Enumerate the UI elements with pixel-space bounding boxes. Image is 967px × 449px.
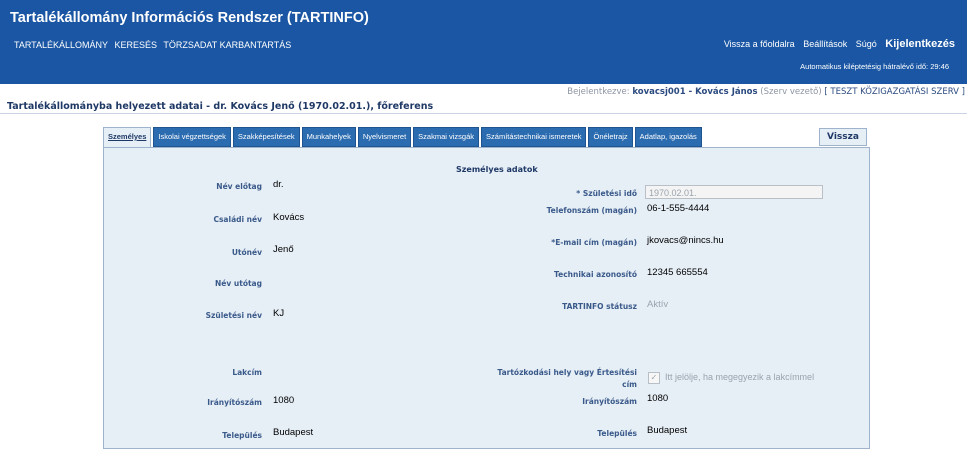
given-name-label: Utónév	[231, 248, 262, 257]
same-address-checkbox-label: Itt jelölje, ha megegyezik a lakcímmel	[665, 372, 815, 382]
residence-label-line2: cím	[622, 380, 637, 389]
zip-value: 1080	[273, 395, 295, 406]
prefix-value: dr.	[273, 179, 284, 190]
tab-munkahelyek[interactable]: Munkahelyek	[301, 127, 356, 147]
app-header: Tartalékállomány Információs Rendszer (T…	[0, 0, 967, 84]
tab-nyelvismeret[interactable]: Nyelvismeret	[357, 127, 412, 147]
app-title: Tartalékállomány Információs Rendszer (T…	[10, 10, 369, 26]
tab-szakmai-vizsgak[interactable]: Szakmai vizsgák	[413, 127, 480, 147]
phone-value: 06-1-555-4444	[647, 203, 710, 214]
prefix-label: Név előtag	[216, 182, 262, 191]
technical-id-label: Technikai azonosító	[554, 270, 637, 279]
settings-link[interactable]: Beállítások	[803, 39, 847, 49]
same-address-checkbox[interactable]: ✓	[648, 372, 660, 384]
birth-date-label: * Születési idő	[576, 189, 637, 198]
help-link[interactable]: Súgó	[856, 39, 877, 49]
title-divider	[0, 113, 967, 114]
main-menu: TARTALÉKÁLLOMÁNY KERESÉS TÖRZSADAT KARBA…	[14, 40, 295, 50]
phone-label: Telefonszám (magán)	[546, 206, 637, 215]
login-prefix: Bejelentkezve:	[567, 87, 630, 97]
city-value: Budapest	[273, 427, 314, 438]
page-title: Tartalékállományba helyezett adatai - dr…	[7, 101, 434, 112]
given-name-value: Jenő	[273, 244, 294, 255]
login-info: Bejelentkezve: kovacsj001 - Kovács János…	[567, 87, 965, 97]
login-role: (Szerv vezető)	[760, 87, 822, 97]
tab-bar: Személyes Iskolai végzettségek Szakképes…	[103, 127, 704, 149]
session-timer: Automatikus kiléptetésig hátralévő idő: …	[800, 62, 949, 71]
email-label: *E-mail cím (magán)	[551, 238, 637, 247]
birth-date-input[interactable]: 1970.02.01.	[645, 185, 823, 199]
login-org: [ TESZT KÖZIGAZGATÁSI SZERV ]	[824, 87, 965, 97]
family-name-label: Családi név	[213, 215, 262, 224]
tab-szakkepesitesek[interactable]: Szakképesítések	[232, 127, 300, 147]
email-value: jkovacs@nincs.hu	[647, 235, 724, 246]
residence-zip-label: Irányítószám	[582, 397, 637, 406]
birth-name-label: Születési név	[205, 311, 262, 320]
status-value: Aktív	[647, 299, 669, 310]
city-label: Település	[222, 431, 262, 440]
menu-tartalekallomany[interactable]: TARTALÉKÁLLOMÁNY	[14, 40, 108, 50]
technical-id-value: 12345 665554	[647, 267, 708, 278]
tab-szamitastechnikai-ismeretek[interactable]: Számítástechnikai ismeretek	[481, 127, 587, 147]
residence-city-value: Budapest	[647, 425, 688, 436]
home-link[interactable]: Vissza a főoldalra	[724, 39, 795, 49]
residence-city-label: Település	[597, 429, 637, 438]
tab-iskolai-vegzettsegek[interactable]: Iskolai végzettségek	[153, 127, 231, 147]
tab-oneletrajz[interactable]: Önéletrajz	[588, 127, 633, 147]
menu-torzsadat[interactable]: TÖRZSADAT KARBANTARTÁS	[163, 40, 291, 50]
tab-szemelyes[interactable]: Személyes	[103, 127, 152, 149]
birth-name-value: KJ	[273, 308, 285, 319]
status-label: TARTINFO státusz	[562, 302, 637, 311]
right-menu: Vissza a főoldalra Beállítások Súgó Kije…	[718, 38, 955, 50]
section-title: Személyes adatok	[456, 165, 538, 174]
family-name-value: Kovács	[273, 212, 305, 223]
residence-label-line1: Tartózkodási hely vagy Értesítési	[497, 368, 637, 377]
address-label: Lakcím	[232, 368, 262, 377]
residence-zip-value: 1080	[647, 393, 669, 404]
zip-label: Irányítószám	[207, 398, 262, 407]
back-button[interactable]: Vissza	[819, 128, 867, 146]
logout-link[interactable]: Kijelentkezés	[885, 38, 955, 50]
menu-kereses[interactable]: KERESÉS	[115, 40, 158, 50]
login-user: kovacsj001 - Kovács János	[632, 87, 758, 97]
name-suffix-label: Név utótag	[215, 279, 262, 288]
tab-adatlap-igazolas[interactable]: Adatlap, igazolás	[634, 127, 702, 147]
